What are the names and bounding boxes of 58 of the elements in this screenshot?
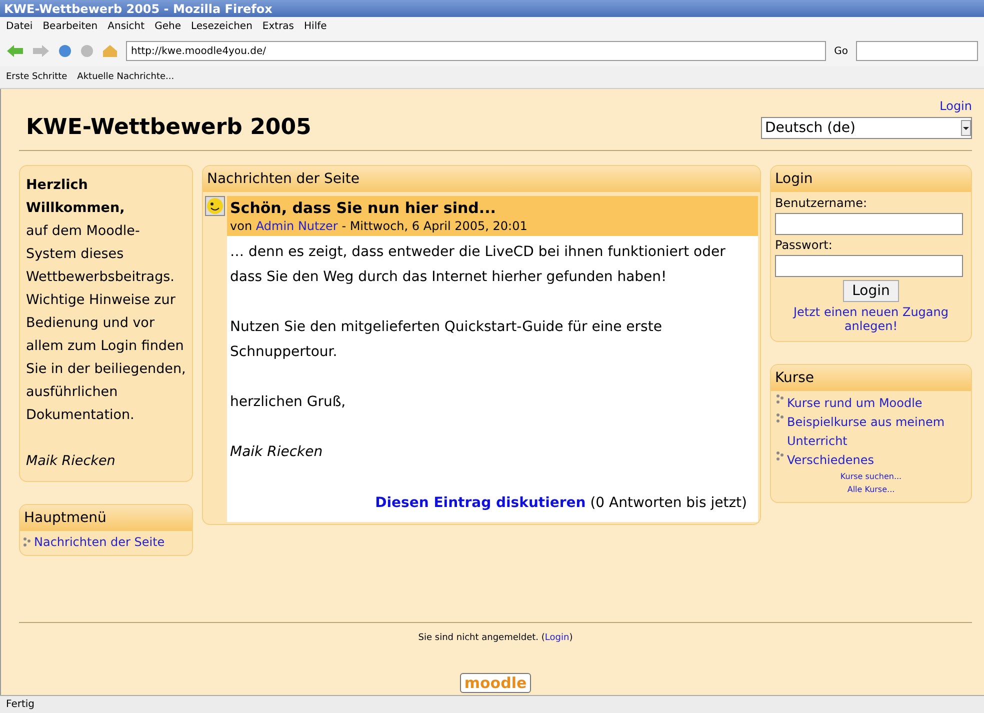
menu-item[interactable]: Lesezeichen bbox=[190, 21, 252, 32]
tree-icon bbox=[775, 451, 785, 461]
course-search-link[interactable]: Kurse suchen... bbox=[840, 472, 902, 481]
footer-login-link[interactable]: Login bbox=[544, 633, 570, 643]
username-field[interactable] bbox=[775, 213, 963, 235]
signup-link[interactable]: Jetzt einen neuen Zugang anlegen! bbox=[789, 305, 953, 333]
post-subject: Schön, dass Sie nun hier sind... bbox=[230, 199, 498, 217]
post-paragraph: Maik Riecken bbox=[230, 443, 324, 462]
password-label: Passwort: bbox=[775, 238, 834, 252]
username-label: Benutzername: bbox=[775, 196, 868, 210]
byline-text: von bbox=[230, 219, 252, 233]
closing-parenthesis: ) bbox=[569, 633, 573, 643]
tree-icon bbox=[775, 413, 785, 423]
course-link[interactable]: Kurse rund um Moodle bbox=[787, 394, 922, 413]
url-text: http://kwe.moodle4you.de/ bbox=[131, 46, 266, 56]
menu-item[interactable]: Hilfe bbox=[304, 21, 327, 32]
menu-item[interactable]: Gehe bbox=[154, 21, 181, 32]
bookmark-link[interactable]: Erste Schritte bbox=[6, 72, 68, 82]
login-button[interactable]: Login bbox=[843, 280, 899, 302]
go-button[interactable]: Go bbox=[834, 46, 848, 56]
block-title: Hauptmenü bbox=[20, 505, 192, 531]
bookmark-link[interactable]: Aktuelle Nachrichte... bbox=[77, 72, 174, 82]
author-link[interactable]: Admin Nutzer bbox=[256, 219, 338, 233]
search-field[interactable] bbox=[856, 41, 978, 61]
reply-count: (0 Antworten bis jetzt) bbox=[590, 495, 747, 511]
menu-item[interactable]: Bearbeiten bbox=[42, 21, 98, 32]
post-date: - Mittwoch, 6 April 2005, 20:01 bbox=[342, 219, 528, 233]
login-link[interactable]: Login bbox=[940, 99, 972, 113]
password-field[interactable] bbox=[775, 255, 963, 277]
course-link[interactable]: Beispielkurse aus meinem Unterricht bbox=[787, 413, 967, 451]
menu-item[interactable]: Datei bbox=[6, 21, 33, 32]
status-text: Fertig bbox=[6, 699, 35, 710]
address-field[interactable]: http://kwe.moodle4you.de/ bbox=[126, 41, 826, 61]
welcome-text: auf dem Moodle-System dieses Wettbewerbsbeitrags. Wichtige Hinweise zur Bedienung und vor allem zum Login finden Sie in der beiliegenden, ausführlichen Dokumentation. bbox=[26, 222, 186, 425]
back-arrow-icon[interactable] bbox=[6, 44, 24, 58]
block-title: Kurse bbox=[771, 365, 971, 391]
login-status-text: Sie sind nicht angemeldet. ( bbox=[418, 633, 545, 643]
dropdown-caret-icon bbox=[961, 120, 971, 136]
language-select[interactable]: Deutsch (de) bbox=[761, 117, 972, 139]
tree-icon bbox=[775, 394, 785, 404]
menu-item[interactable]: Ansicht bbox=[108, 21, 145, 32]
block-title: Login bbox=[771, 166, 971, 192]
menu-link[interactable]: Nachrichten der Seite bbox=[34, 535, 165, 549]
menu-item[interactable]: Extras bbox=[262, 21, 294, 32]
signature: Maik Riecken bbox=[26, 452, 116, 471]
course-link[interactable]: Verschiedenes bbox=[787, 451, 874, 470]
site-title: KWE-Wettbewerb 2005 bbox=[26, 115, 312, 140]
all-courses-link[interactable]: Alle Kurse... bbox=[847, 485, 895, 494]
smiley-icon bbox=[205, 196, 225, 216]
block-title: Nachrichten der Seite bbox=[203, 166, 760, 192]
forward-arrow-icon[interactable] bbox=[32, 44, 50, 58]
post-paragraph: Nutzen Sie den mitgelieferten Quickstart-Guide für eine erste Schnuppertour. bbox=[230, 318, 663, 362]
post-paragraph: herzlichen Gruß, bbox=[230, 393, 347, 412]
discuss-link[interactable]: Diesen Eintrag diskutieren bbox=[375, 495, 586, 511]
window-title-text: KWE-Wettbewerb 2005 - Mozilla Firefox bbox=[4, 2, 272, 16]
post-paragraph: … denn es zeigt, dass entweder die LiveCD bei ihnen funktioniert oder dass Sie den Weg durch das Internet hierher gefunden haben! bbox=[230, 243, 726, 287]
home-icon[interactable] bbox=[102, 44, 118, 58]
tree-icon bbox=[22, 537, 32, 547]
